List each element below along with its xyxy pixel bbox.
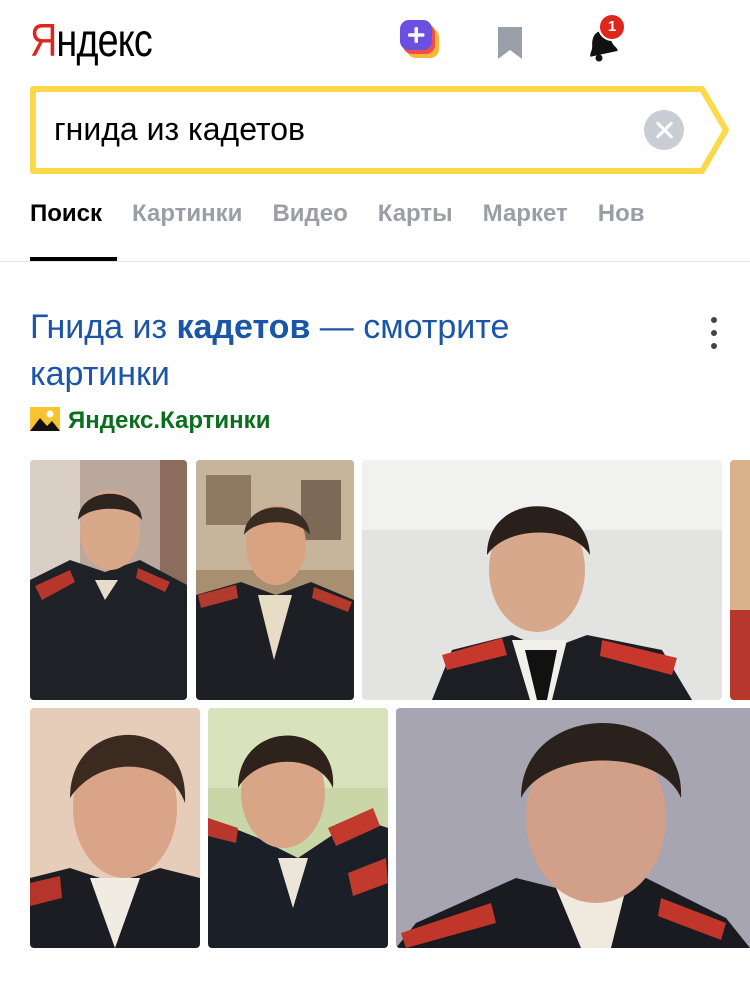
logo-rest: ндекс <box>56 14 152 66</box>
tab-images[interactable]: Картинки <box>132 200 242 228</box>
image-thumbnail[interactable] <box>730 460 750 700</box>
more-options-icon[interactable] <box>700 312 728 352</box>
tab-market[interactable]: Маркет <box>483 200 568 228</box>
plus-icon[interactable] <box>398 18 444 64</box>
logo-first-letter: Я <box>30 14 57 66</box>
bell-icon[interactable]: 1 <box>570 13 626 64</box>
image-thumbnail[interactable] <box>208 708 388 948</box>
search-input[interactable] <box>54 104 634 154</box>
search-tabs: Поиск Картинки Видео Карты Маркет Нов <box>30 200 675 228</box>
tab-maps[interactable]: Карты <box>378 200 453 228</box>
tab-video[interactable]: Видео <box>272 200 347 228</box>
notification-badge: 1 <box>598 13 626 41</box>
tab-search[interactable]: Поиск <box>30 200 102 228</box>
result-source-link[interactable]: Яндекс.Картинки <box>30 407 270 438</box>
tab-news[interactable]: Нов <box>598 200 645 228</box>
image-icon <box>30 407 60 438</box>
tabs-divider <box>0 261 750 262</box>
image-thumbnail[interactable] <box>30 708 200 948</box>
bookmark-icon[interactable] <box>490 18 536 64</box>
image-thumbnail[interactable] <box>362 460 722 700</box>
image-thumbnail[interactable] <box>396 708 750 948</box>
result-title-link[interactable]: Гнида из кадетов — смотрите картинки <box>30 304 650 398</box>
search-bar <box>30 86 730 174</box>
image-thumbnail[interactable] <box>30 460 187 700</box>
image-thumbnail[interactable] <box>196 460 354 700</box>
result-title-part1: Гнида из <box>30 308 177 346</box>
clear-icon[interactable] <box>644 110 684 150</box>
yandex-logo[interactable]: Яндекс <box>30 12 153 68</box>
result-title-bold: кадетов <box>176 308 311 346</box>
result-source-label: Яндекс.Картинки <box>68 407 271 434</box>
